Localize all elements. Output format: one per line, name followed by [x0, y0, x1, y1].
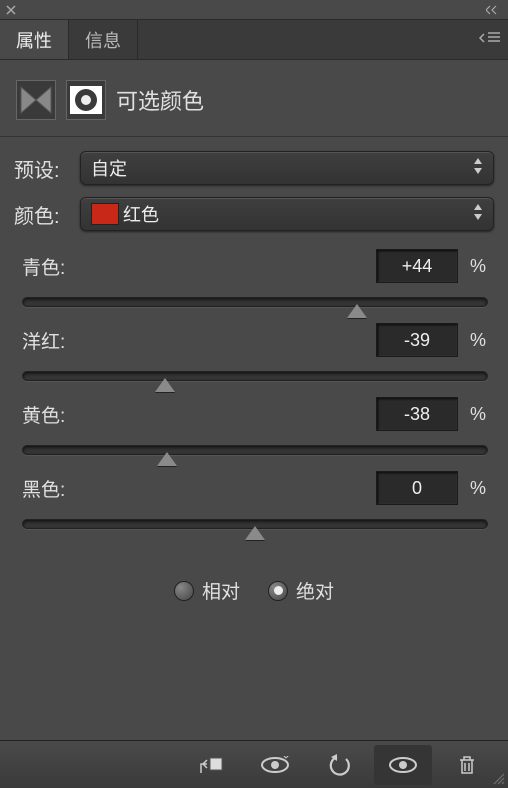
mode-absolute[interactable]: 绝对 [268, 577, 334, 604]
adjustment-layer-icon [16, 80, 56, 120]
cyan-slider[interactable] [22, 297, 488, 307]
reset-button[interactable] [310, 745, 368, 785]
toggle-visibility-button[interactable] [374, 745, 432, 785]
color-value: 红色 [123, 201, 159, 227]
magenta-value-input[interactable] [376, 323, 458, 357]
resize-grip-icon[interactable] [492, 772, 506, 786]
color-label: 颜色: [14, 200, 70, 229]
yellow-label: 黄色: [22, 401, 65, 428]
clip-to-layer-button[interactable] [182, 745, 240, 785]
preset-label: 预设: [14, 154, 70, 183]
magenta-label: 洋红: [22, 327, 65, 354]
color-select[interactable]: 红色 [80, 197, 494, 231]
slider-thumb[interactable] [157, 452, 177, 466]
yellow-value-input[interactable] [376, 397, 458, 431]
panel-menu-icon[interactable] [478, 30, 502, 44]
percent-sign: % [470, 478, 488, 499]
mode-relative[interactable]: 相对 [174, 577, 240, 604]
black-label: 黑色: [22, 475, 65, 502]
magenta-slider[interactable] [22, 371, 488, 381]
percent-sign: % [470, 256, 488, 277]
radio-icon [174, 581, 194, 601]
tab-info-label: 信息 [85, 27, 121, 53]
tab-properties-label: 属性 [16, 27, 52, 53]
cyan-value-input[interactable] [376, 249, 458, 283]
selective-color-icon [66, 80, 106, 120]
delete-button[interactable] [438, 745, 496, 785]
yellow-slider[interactable] [22, 445, 488, 455]
preset-select[interactable]: 自定 [80, 151, 494, 185]
mode-relative-label: 相对 [202, 577, 240, 604]
slider-thumb[interactable] [245, 526, 265, 540]
close-icon[interactable] [6, 5, 16, 15]
percent-sign: % [470, 404, 488, 425]
radio-icon [268, 581, 288, 601]
tab-info[interactable]: 信息 [69, 20, 138, 59]
mode-absolute-label: 绝对 [296, 577, 334, 604]
view-previous-button[interactable] [246, 745, 304, 785]
collapse-icon[interactable] [486, 5, 502, 15]
preset-value: 自定 [91, 155, 127, 181]
color-swatch [91, 203, 119, 225]
cyan-label: 青色: [22, 253, 65, 280]
slider-thumb[interactable] [347, 304, 367, 318]
black-value-input[interactable] [376, 471, 458, 505]
slider-thumb[interactable] [155, 378, 175, 392]
panel-title: 可选颜色 [116, 84, 204, 116]
black-slider[interactable] [22, 519, 488, 529]
percent-sign: % [470, 330, 488, 351]
tab-properties[interactable]: 属性 [0, 20, 69, 59]
